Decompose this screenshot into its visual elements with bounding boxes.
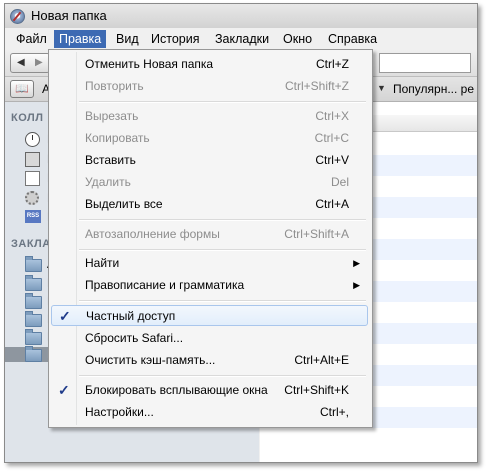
sidebar-item-3[interactable]: М [25, 171, 57, 187]
menu-view[interactable]: Вид [111, 30, 144, 48]
folder-item[interactable]: А [25, 256, 55, 273]
menu-history[interactable]: История [146, 30, 204, 48]
menu-edit[interactable]: Правка [54, 30, 107, 48]
folder-icon [25, 311, 42, 327]
bookmarks-header: ЗАКЛА [11, 238, 51, 250]
menu-item-reset-safari[interactable]: Сбросить Safari... [51, 328, 368, 349]
menu-item-spelling[interactable]: Правописание и грамматика ▶ [51, 275, 368, 296]
folder-item[interactable]: Н [25, 293, 56, 310]
folder-icon [25, 256, 42, 272]
folder-icon [25, 346, 42, 362]
sidebar-item-rss[interactable]: RSS Б [25, 210, 55, 226]
gear-icon [25, 191, 39, 205]
box-icon [25, 152, 40, 167]
folder-item[interactable]: Б [25, 275, 55, 292]
menu-window[interactable]: Окно [278, 30, 317, 48]
menu-help[interactable]: Справка [323, 30, 382, 48]
folder-icon [25, 329, 42, 345]
submenu-arrow-icon: ▶ [353, 280, 360, 290]
bookmarks-dropdown-arrow-icon[interactable]: ▼ [377, 83, 386, 93]
menu-item-autofill[interactable]: Автозаполнение формы Ctrl+Shift+A [51, 224, 368, 245]
menu-item-select-all[interactable]: Выделить все Ctrl+A [51, 194, 368, 215]
back-arrow-icon[interactable]: ◀ [17, 57, 25, 68]
menu-item-copy[interactable]: Копировать Ctrl+C [51, 128, 368, 149]
menu-item-private-browsing[interactable]: ✓ Частный доступ [51, 305, 368, 326]
submenu-arrow-icon: ▶ [353, 258, 360, 268]
folder-icon [25, 275, 42, 291]
menu-bookmarks[interactable]: Закладки [210, 30, 274, 48]
folder-item-selected[interactable]: Н [25, 346, 56, 363]
menu-item-redo[interactable]: Повторить Ctrl+Shift+Z [51, 76, 368, 97]
sidebar-item-2[interactable]: П [25, 152, 56, 168]
collections-header: КОЛЛ [11, 112, 44, 124]
menu-separator [79, 300, 366, 302]
menu-item-delete[interactable]: Удалить Del [51, 172, 368, 193]
document-icon [25, 171, 40, 186]
forward-arrow-icon[interactable]: ▶ [35, 57, 43, 68]
menu-bar: Файл Правка Вид История Закладки Окно Сп… [5, 28, 477, 50]
menu-item-block-popups[interactable]: ✓ Блокировать всплывающие окна Ctrl+Shif… [51, 380, 368, 401]
safari-icon [10, 9, 25, 24]
menu-item-undo[interactable]: Отменить Новая папка Ctrl+Z [51, 54, 368, 75]
book-icon: 📖 [15, 83, 29, 95]
bookmark-popular[interactable]: Популярн... ре [393, 82, 474, 96]
menu-item-preferences[interactable]: Настройки... Ctrl+, [51, 402, 368, 423]
title-bar: Новая папка [5, 4, 477, 28]
menu-item-find[interactable]: Найти ▶ [51, 253, 368, 274]
window-title: Новая папка [31, 8, 107, 23]
menu-separator [79, 101, 366, 103]
menu-item-cut[interactable]: Вырезать Ctrl+X [51, 106, 368, 127]
edit-menu-dropdown: Отменить Новая папка Ctrl+Z Повторить Ct… [48, 49, 373, 428]
rss-icon: RSS [25, 210, 41, 223]
menu-item-paste[interactable]: Вставить Ctrl+V [51, 150, 368, 171]
folder-item[interactable]: Б [25, 311, 55, 328]
checkmark-icon: ✓ [58, 382, 70, 398]
address-field[interactable] [379, 53, 471, 73]
back-forward-buttons[interactable]: ◀ ▶ [10, 53, 50, 73]
sidebar-item-history[interactable]: И [25, 132, 56, 148]
menu-separator [79, 249, 366, 251]
menu-item-empty-cache[interactable]: Очистить кэш-память... Ctrl+Alt+E [51, 350, 368, 371]
sidebar-item-4[interactable]: Б [25, 191, 55, 207]
folder-icon [25, 293, 42, 309]
menu-file[interactable]: Файл [11, 30, 52, 48]
show-bookmarks-button[interactable]: 📖 [10, 80, 34, 98]
menu-separator [79, 219, 366, 221]
checkmark-icon: ✓ [59, 308, 71, 324]
folder-item[interactable]: И [25, 329, 56, 346]
clock-icon [25, 132, 40, 147]
menu-separator [79, 375, 366, 377]
